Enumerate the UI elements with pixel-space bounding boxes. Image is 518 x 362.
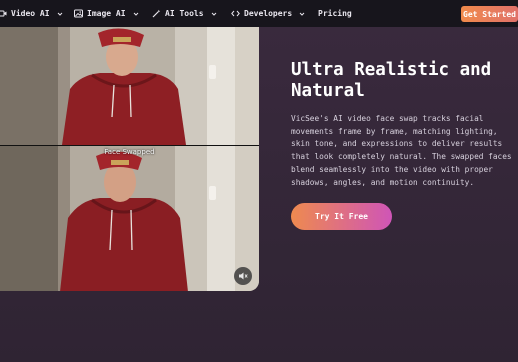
- section-description: VicSee's AI video face swap tracks facia…: [291, 114, 512, 187]
- nav-item-label: Video AI: [11, 9, 50, 18]
- chevron-down-icon: [133, 11, 139, 17]
- code-icon: [231, 9, 240, 18]
- face-swapped-label: Face Swapped: [104, 148, 155, 156]
- chevron-down-icon: [299, 11, 305, 17]
- nav-item-developers[interactable]: Developers: [231, 0, 305, 27]
- nav-item-label: Pricing: [318, 9, 352, 18]
- nav-item-label: Image AI: [87, 9, 126, 18]
- chevron-down-icon: [211, 11, 217, 17]
- nav-item-label: Developers: [244, 9, 293, 18]
- chevron-down-icon: [57, 11, 63, 17]
- try-it-free-button[interactable]: Try It Free: [291, 203, 392, 230]
- top-nav: Video AI Image AI AI Tools Developers Pr…: [0, 0, 518, 27]
- face-swap-video[interactable]: Face Swapped: [0, 27, 259, 291]
- original-video-frame: [0, 27, 259, 145]
- magic-wand-icon: [152, 9, 161, 18]
- nav-item-label: AI Tools: [165, 9, 204, 18]
- nav-item-pricing[interactable]: Pricing: [318, 0, 352, 27]
- nav-item-image-ai[interactable]: Image AI: [74, 0, 139, 27]
- swapped-video-frame: [0, 145, 259, 291]
- get-started-button[interactable]: Get Started: [461, 6, 518, 22]
- nav-item-ai-tools[interactable]: AI Tools: [152, 0, 217, 27]
- nav-item-video-ai[interactable]: Video AI: [0, 0, 63, 27]
- video-icon: [0, 9, 7, 18]
- mute-toggle-button[interactable]: [234, 267, 252, 285]
- image-icon: [74, 9, 83, 18]
- section-title: Ultra Realistic and Natural: [291, 60, 492, 101]
- speaker-muted-icon: [238, 271, 248, 281]
